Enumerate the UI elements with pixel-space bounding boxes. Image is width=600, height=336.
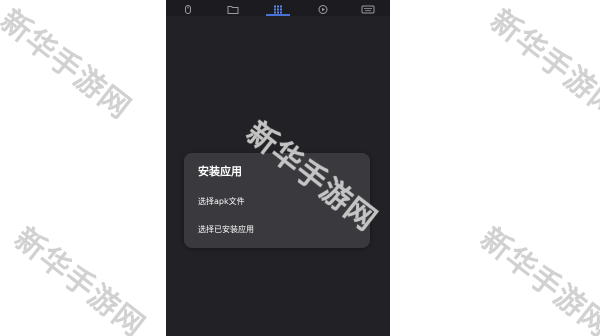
dialog-title: 安装应用 — [198, 165, 242, 178]
select-installed-app-option[interactable]: 选择已安装应用 — [198, 224, 254, 235]
watermark-text: 新华手游网 — [473, 221, 600, 336]
top-tab-bar — [166, 0, 390, 16]
apps-grid-icon — [273, 0, 283, 19]
tab-mouse[interactable] — [172, 0, 204, 16]
tab-play[interactable] — [307, 0, 339, 16]
tab-apps[interactable] — [262, 0, 294, 16]
tab-files[interactable] — [217, 0, 249, 16]
mouse-icon — [183, 0, 193, 19]
watermark-text: 新华手游网 — [0, 3, 138, 127]
tab-keyboard[interactable] — [352, 0, 384, 16]
watermark-text: 新华手游网 — [7, 221, 152, 336]
select-apk-option[interactable]: 选择apk文件 — [198, 196, 245, 207]
play-icon — [317, 0, 329, 19]
watermark-text: 新华手游网 — [483, 3, 600, 127]
screen: 安装应用 选择apk文件 选择已安装应用 新华手游网 新华手游网 新华手游网 新… — [0, 0, 600, 336]
folder-icon — [227, 0, 239, 19]
keyboard-icon — [361, 0, 375, 19]
